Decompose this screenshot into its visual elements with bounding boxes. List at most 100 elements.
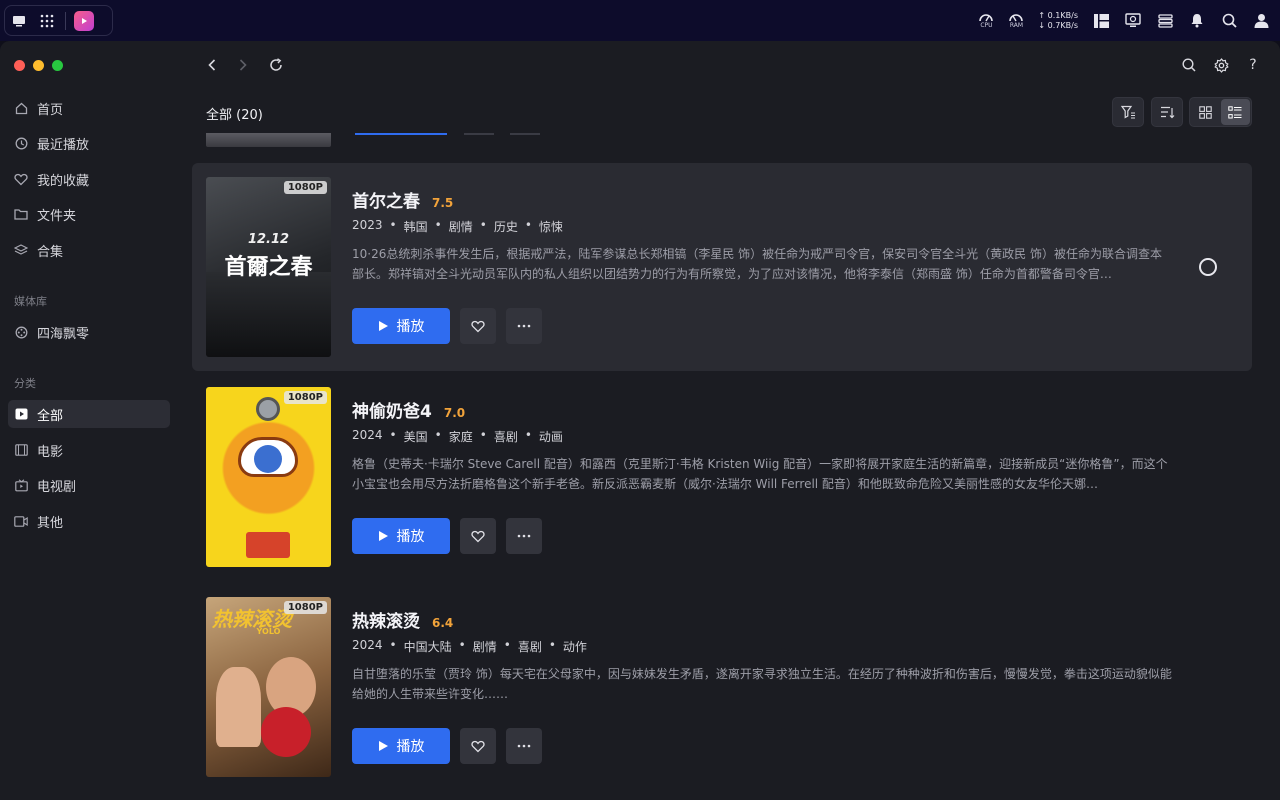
sidebar-item-library[interactable]: 四海飘零 (8, 318, 170, 346)
forward-button[interactable] (233, 55, 253, 75)
play-label: 播放 (396, 319, 425, 335)
media-meta: 2023 • 韩国 • 剧情 • 历史 • 惊悚 (352, 218, 563, 234)
widgets-icon[interactable] (1092, 12, 1110, 30)
sidebar-item-recent[interactable]: 最近播放 (8, 129, 170, 157)
play-button[interactable] (355, 133, 447, 135)
sidebar-item-label: 文件夹 (37, 208, 77, 224)
rating: 7.5 (432, 196, 454, 210)
grid-view-button[interactable] (1191, 99, 1221, 125)
refresh-button[interactable] (266, 55, 286, 75)
play-button[interactable]: 播放 (352, 308, 450, 344)
desktop-icon[interactable] (5, 7, 33, 35)
more-button[interactable] (506, 518, 542, 554)
close-window-button[interactable] (14, 60, 25, 71)
play-button[interactable]: 播放 (352, 518, 450, 554)
play-button[interactable]: 播放 (352, 728, 450, 764)
media-meta: 2024 • 美国 • 家庭 • 喜剧 • 动画 (352, 428, 563, 444)
poster-subtitle: YOLO (256, 627, 281, 636)
category-section-label: 分类 (14, 377, 36, 390)
upload-arrow-icon: ↑ (1038, 10, 1046, 20)
more-button[interactable] (506, 728, 542, 764)
media-description: 格鲁（史蒂夫·卡瑞尔 Steve Carell 配音）和露西（克里斯汀·韦格 K… (352, 457, 1168, 491)
sidebar-item-movies[interactable]: 电影 (8, 436, 170, 464)
genre: 剧情 (448, 220, 473, 234)
video-app-icon[interactable] (70, 7, 98, 35)
view-toggle (1189, 97, 1252, 127)
download-speed: 0.7KB/s (1047, 20, 1078, 30)
media-item[interactable]: 12.12 首爾之春 1080P 首尔之春 7.5 2023 • 韩国 • 剧情 • … (192, 163, 1252, 371)
grid-icon (1199, 105, 1212, 119)
media-item[interactable]: 1080P 神偷奶爸4 7.0 2024 • 美国 • 家庭 • 喜剧 • 动画 格鲁（… (192, 373, 1252, 581)
help-button[interactable]: ? (1243, 55, 1263, 75)
list-view-button[interactable] (1220, 99, 1250, 125)
select-checkbox[interactable] (1199, 258, 1217, 276)
poster-thumbnail (206, 133, 331, 147)
filter-button[interactable] (1112, 97, 1144, 127)
sidebar-item-folders[interactable]: 文件夹 (8, 200, 170, 228)
tv-icon (14, 478, 28, 492)
media-title[interactable]: 热辣滚烫 (352, 607, 420, 632)
play-icon (378, 321, 388, 331)
media-title[interactable]: 神偷奶爸4 (352, 397, 432, 422)
cpu-label: CPU (980, 22, 993, 29)
app-grid-icon[interactable] (33, 7, 61, 35)
more-icon (517, 534, 531, 538)
favorite-button[interactable] (464, 133, 494, 135)
question-icon: ? (1249, 57, 1257, 73)
sidebar-item-favorites[interactable]: 我的收藏 (8, 165, 170, 193)
media-list: 12.12 首爾之春 1080P 首尔之春 7.5 2023 • 韩国 • 剧情 • … (192, 133, 1252, 800)
sort-icon (1160, 106, 1174, 118)
heart-icon (471, 320, 485, 332)
settings-button[interactable] (1211, 55, 1231, 75)
divider (65, 11, 66, 30)
favorite-button[interactable] (460, 728, 496, 764)
sidebar-item-collections[interactable]: 合集 (8, 236, 170, 264)
more-icon (517, 324, 531, 328)
folder-icon (14, 207, 28, 221)
library-section-label: 媒体库 (14, 295, 47, 308)
storage-icon[interactable] (1156, 12, 1174, 30)
search-icon[interactable] (1220, 12, 1238, 30)
window-controls (14, 60, 63, 71)
poster-subtitle: 12.12 (247, 232, 290, 247)
more-button[interactable] (506, 308, 542, 344)
back-button[interactable] (202, 55, 222, 75)
year: 2024 (352, 428, 383, 442)
bell-icon[interactable] (1188, 12, 1206, 30)
sidebar-item-tv[interactable]: 电视剧 (8, 471, 170, 499)
ram-gauge[interactable]: RAM (1008, 12, 1024, 29)
sort-button[interactable] (1151, 97, 1183, 127)
country: 韩国 (403, 220, 428, 234)
maximize-window-button[interactable] (52, 60, 63, 71)
app-window: 首页 最近播放 我的收藏 文件夹 合集 媒体库 四海飘零 分类 全部 电影 电视… (0, 41, 1280, 800)
sidebar-item-label: 首页 (37, 102, 64, 118)
favorite-button[interactable] (460, 308, 496, 344)
media-item[interactable]: 热辣滚烫 YOLO 1080P 热辣滚烫 6.4 2024 • 中国大陆 • 剧情 •… (192, 583, 1252, 791)
quality-badge: 1080P (283, 391, 327, 404)
quality-badge: 1080P (283, 181, 327, 194)
sidebar-item-all[interactable]: 全部 (8, 400, 170, 428)
year: 2024 (352, 638, 383, 652)
system-bar: CPU RAM ↑ 0.1KB/s ↓ 0.7KB/s (0, 0, 1280, 41)
poster-image[interactable]: 12.12 首爾之春 1080P (206, 177, 331, 357)
media-meta: 2024 • 中国大陆 • 剧情 • 喜剧 • 动作 (352, 638, 587, 654)
monitor-icon[interactable] (1124, 12, 1142, 30)
poster-image[interactable]: 1080P (206, 387, 331, 567)
user-icon[interactable] (1252, 12, 1270, 30)
sidebar-item-other[interactable]: 其他 (8, 507, 170, 535)
sidebar-item-label: 电影 (37, 444, 64, 460)
search-button[interactable] (1179, 55, 1199, 75)
media-title[interactable]: 首尔之春 (352, 187, 420, 212)
gauge-icon (1009, 14, 1024, 22)
play-icon (378, 741, 388, 751)
heart-icon (471, 740, 485, 752)
favorite-button[interactable] (460, 518, 496, 554)
minimize-window-button[interactable] (33, 60, 44, 71)
poster-image[interactable]: 热辣滚烫 YOLO 1080P (206, 597, 331, 777)
page-title: 全部 (20) (206, 108, 263, 123)
sidebar-item-home[interactable]: 首页 (8, 94, 170, 122)
more-button[interactable] (510, 133, 540, 135)
layers-icon (14, 243, 28, 257)
cpu-gauge[interactable]: CPU (978, 12, 994, 29)
country: 美国 (403, 430, 428, 444)
